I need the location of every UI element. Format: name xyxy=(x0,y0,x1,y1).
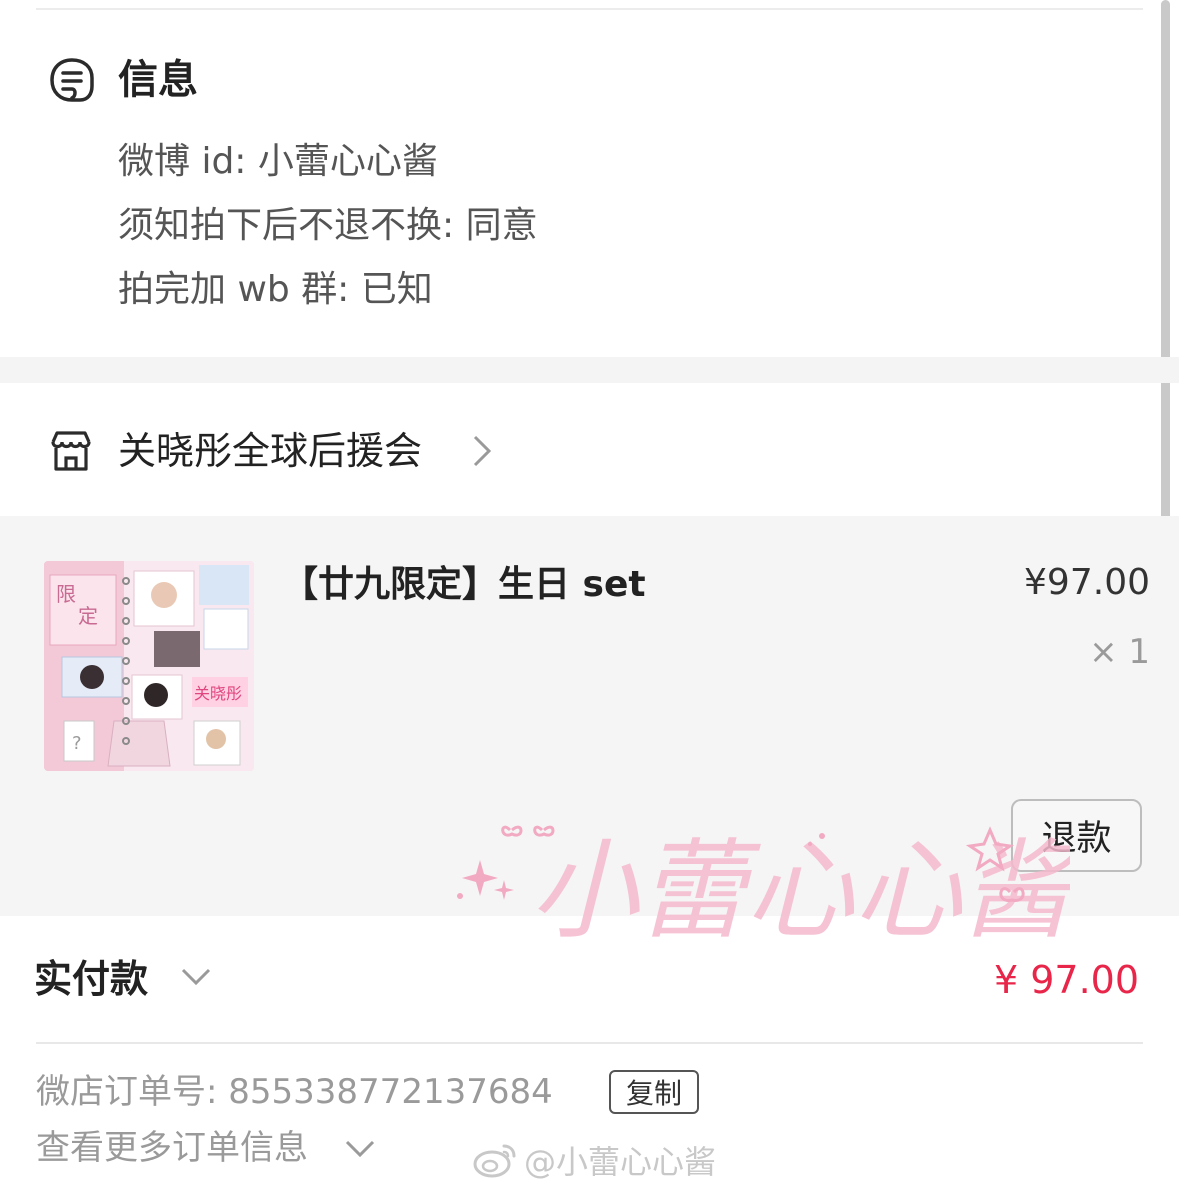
copy-order-button[interactable]: 复制 xyxy=(609,1070,699,1114)
product-quantity: × 1 xyxy=(1089,632,1150,672)
svg-text:?: ? xyxy=(72,733,82,754)
weibo-watermark: @小蕾心心酱 xyxy=(472,1136,716,1184)
info-no-refund-notice: 须知拍下后不退不换: 同意 xyxy=(118,205,538,246)
product-price: ¥97.00 xyxy=(1024,562,1150,603)
svg-text:关晓彤: 关晓彤 xyxy=(194,684,242,703)
refund-button[interactable]: 退款 xyxy=(1011,799,1142,872)
info-wb-group: 拍完加 wb 群: 已知 xyxy=(118,269,433,310)
store-icon xyxy=(51,431,91,471)
more-order-info-link[interactable]: 查看更多订单信息 xyxy=(36,1124,308,1172)
payment-divider xyxy=(36,1042,1143,1044)
info-weibo-id: 微博 id: 小蕾心心酱 xyxy=(118,141,438,182)
message-note-icon xyxy=(50,58,94,102)
shop-name-link[interactable]: 关晓彤全球后援会 xyxy=(118,426,422,476)
order-number: 微店订单号: 855338772137684 xyxy=(36,1072,553,1112)
section-separator xyxy=(0,357,1179,383)
weibo-watermark-text: @小蕾心心酱 xyxy=(524,1143,717,1181)
info-section-title: 信息 xyxy=(118,57,198,103)
product-title[interactable]: 【廿九限定】生日 set xyxy=(282,560,646,610)
weibo-logo-icon xyxy=(473,1144,516,1178)
chevron-down-icon[interactable] xyxy=(180,966,212,988)
chevron-right-icon[interactable] xyxy=(470,434,494,468)
payment-amount: ¥ 97.00 xyxy=(993,958,1139,1002)
svg-text:定: 定 xyxy=(78,604,98,628)
payment-label: 实付款 xyxy=(34,957,149,1001)
chevron-down-icon[interactable] xyxy=(344,1138,376,1160)
top-divider xyxy=(36,8,1143,10)
product-thumbnail[interactable]: 限 定 关晓彤 ? xyxy=(44,561,254,771)
svg-text:限: 限 xyxy=(56,582,76,606)
